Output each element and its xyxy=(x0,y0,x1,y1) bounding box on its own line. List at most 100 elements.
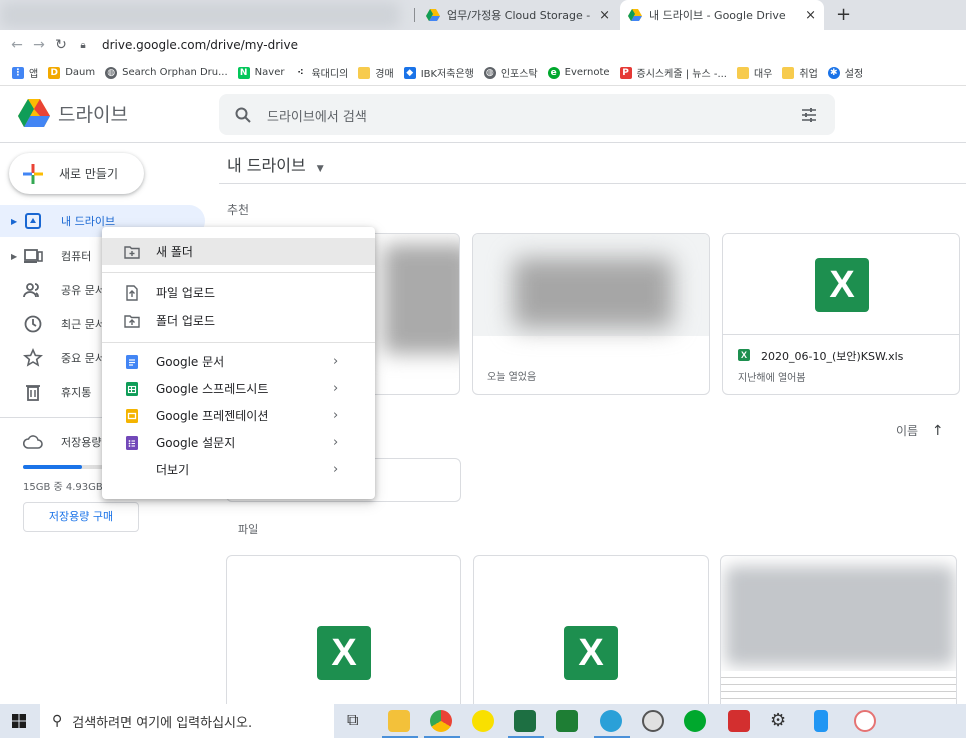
search-icon[interactable] xyxy=(235,107,251,123)
bookmark-stock-schedule[interactable]: P 증시스케줄 | 뉴스 -... xyxy=(619,65,727,80)
search-input[interactable]: 드라이브에서 검색 xyxy=(267,106,367,125)
sidebar-item-label: 공유 문서 xyxy=(61,284,105,297)
new-button-label: 새로 만들기 xyxy=(59,167,119,181)
bookmark-settings[interactable]: ✱ 설정 xyxy=(827,65,864,80)
expand-arrow-icon[interactable]: ▶ xyxy=(11,217,17,226)
forward-icon[interactable]: → xyxy=(28,37,50,53)
kakaotalk-icon[interactable] xyxy=(472,710,494,732)
suggested-card[interactable]: X X 2020_06-10_(보안)KSW.xls 지난해에 열어봄 xyxy=(722,233,960,395)
gear-icon[interactable]: ⚙ xyxy=(770,710,786,731)
globe-icon: ◍ xyxy=(483,66,496,79)
evernote-icon[interactable] xyxy=(684,710,706,732)
excel-icon[interactable] xyxy=(514,710,536,732)
p-icon: P xyxy=(619,66,632,79)
excel-small-icon: X xyxy=(738,349,750,361)
menu-item-label: 더보기 xyxy=(156,463,190,477)
bookmark-naver[interactable]: N Naver xyxy=(237,66,284,79)
docs-icon xyxy=(126,354,138,369)
menu-item-google-slides[interactable]: Google 프레젠테이션 › xyxy=(102,402,375,429)
file-card[interactable]: X xyxy=(226,555,461,715)
back-icon[interactable]: ← xyxy=(6,37,28,53)
task-view-icon[interactable]: ⧉ xyxy=(347,710,358,730)
header-divider xyxy=(219,183,966,184)
arrow-up-icon[interactable]: ↑ xyxy=(932,423,944,439)
windows-start-icon[interactable] xyxy=(12,714,26,728)
bookmark-search-orphan[interactable]: ◍ Search Orphan Dru... xyxy=(105,66,228,79)
google-drive-logo-icon[interactable] xyxy=(18,99,50,127)
search-options-icon[interactable] xyxy=(801,107,817,123)
suggested-card[interactable]: 오늘 열었음 xyxy=(472,233,710,395)
bookmark-ibk[interactable]: ◆ IBK저축은행 xyxy=(403,65,474,80)
bookmark-daewoo[interactable]: 대우 xyxy=(736,65,773,80)
url-field[interactable]: drive.google.com/drive/my-drive xyxy=(102,38,298,52)
bookmark-label: 설정 xyxy=(844,69,864,80)
card-subtitle: 지난해에 열어봄 xyxy=(738,373,806,384)
tab-my-drive[interactable]: 내 드라이브 - Google Drive × xyxy=(620,0,824,30)
sort-control[interactable]: 이름 ↑ xyxy=(896,422,944,439)
bookmark-daum[interactable]: D Daum xyxy=(48,66,95,79)
bookmark-label: Search Orphan Dru... xyxy=(122,67,228,78)
menu-item-google-sheets[interactable]: Google 스프레드시트 › xyxy=(102,375,375,402)
search-app-icon[interactable] xyxy=(642,710,664,732)
menu-item-label: Google 설문지 xyxy=(156,436,236,450)
dots-icon: ⁖ xyxy=(294,66,307,79)
blurred-preview xyxy=(725,566,955,666)
bookmark-auction[interactable]: 경매 xyxy=(358,65,394,80)
taskbar-search-input[interactable]: 검색하려면 여기에 입력하십시오. xyxy=(72,712,252,731)
breadcrumb[interactable]: 내 드라이브 ▼ xyxy=(227,152,324,176)
buy-storage-button[interactable]: 저장용량 구매 xyxy=(23,502,139,532)
paint-app-icon[interactable] xyxy=(854,710,876,732)
sort-label: 이름 xyxy=(896,424,919,438)
storage-bar-fill xyxy=(23,465,83,469)
stock-app-icon[interactable] xyxy=(728,710,750,732)
tab-close-icon[interactable]: × xyxy=(599,8,610,23)
drive-header: 드라이브 드라이브에서 검색 xyxy=(0,86,966,143)
taskbar-search-box[interactable]: ⚲ 검색하려면 여기에 입력하십시오. xyxy=(40,704,334,738)
menu-item-file-upload[interactable]: 파일 업로드 xyxy=(102,279,375,306)
tab-title: 업무/가정용 Cloud Storage - Go xyxy=(447,9,594,22)
file-explorer-icon[interactable] xyxy=(388,710,410,732)
file-card[interactable]: X xyxy=(473,555,709,715)
reload-icon[interactable]: ↻ xyxy=(50,37,72,53)
menu-item-more[interactable]: 더보기 › xyxy=(102,456,375,483)
menu-item-label: Google 문서 xyxy=(156,355,225,369)
menu-item-google-docs[interactable]: Google 문서 › xyxy=(102,348,375,375)
drive-title[interactable]: 드라이브 xyxy=(58,100,128,127)
cloud-icon xyxy=(23,435,43,449)
expand-arrow-icon[interactable]: ▶ xyxy=(11,252,17,261)
file-card[interactable] xyxy=(720,555,957,715)
menu-divider xyxy=(102,342,375,343)
menu-item-google-forms[interactable]: Google 설문지 › xyxy=(102,429,375,456)
excel-icon: X xyxy=(564,626,618,680)
browser-tab-strip: 업무/가정용 Cloud Storage - Go × 내 드라이브 - Goo… xyxy=(0,0,966,30)
bookmark-yukdaddy[interactable]: ⁖ 육대디의 xyxy=(294,65,348,80)
telegram-icon[interactable] xyxy=(600,710,622,732)
bookmark-evernote[interactable]: e Evernote xyxy=(547,66,610,79)
menu-item-folder-upload[interactable]: 폴더 업로드 xyxy=(102,307,375,334)
sidebar-item-label: 중요 문서 xyxy=(61,352,105,365)
tab-cloud-storage[interactable]: 업무/가정용 Cloud Storage - Go × xyxy=(418,0,618,30)
suggested-heading: 추천 xyxy=(227,203,250,217)
bookmark-apps[interactable]: ⋮ 앱 xyxy=(12,65,38,80)
drive-search-box[interactable]: 드라이브에서 검색 xyxy=(219,94,835,135)
plus-icon xyxy=(23,164,43,184)
chrome-icon[interactable] xyxy=(430,710,452,732)
folder-icon xyxy=(736,66,749,79)
phone-app-icon[interactable] xyxy=(814,710,828,732)
new-tab-button[interactable]: + xyxy=(836,4,851,25)
google-drive-icon xyxy=(426,9,440,21)
new-button[interactable]: 새로 만들기 xyxy=(9,153,144,194)
bookmark-label: 대우 xyxy=(753,69,773,80)
menu-item-label: 새 폴더 xyxy=(156,245,193,259)
bookmark-infostock[interactable]: ◍ 인포스탁 xyxy=(483,65,538,80)
menu-item-label: 폴더 업로드 xyxy=(156,314,216,328)
chart-app-icon[interactable] xyxy=(556,710,578,732)
bookmark-label: 육대디의 xyxy=(311,69,349,80)
chevron-down-icon[interactable]: ▼ xyxy=(317,164,324,174)
bookmark-label: 경매 xyxy=(375,69,394,80)
folder-icon xyxy=(358,66,371,79)
tab-close-icon[interactable]: × xyxy=(805,8,816,23)
menu-item-label: Google 프레젠테이션 xyxy=(156,409,269,423)
menu-item-new-folder[interactable]: 새 폴더 xyxy=(102,238,375,265)
bookmark-job[interactable]: 취업 xyxy=(782,65,818,80)
